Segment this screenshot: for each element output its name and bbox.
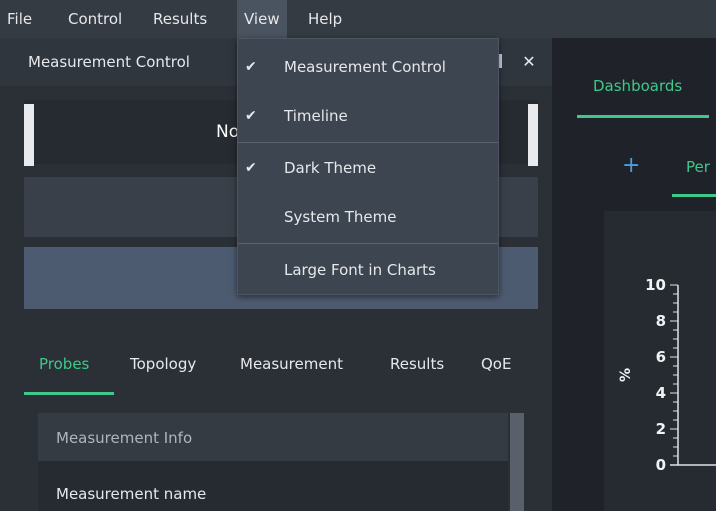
- y-tick-label: 0: [656, 456, 666, 474]
- menu-help[interactable]: Help: [301, 0, 349, 38]
- active-tab-underline: [24, 392, 114, 395]
- check-icon: ✔: [245, 160, 257, 176]
- tab-qoe[interactable]: QoE: [481, 355, 511, 373]
- menu-item-dark-theme[interactable]: ✔ Dark Theme: [238, 146, 498, 190]
- add-dashboard-icon[interactable]: +: [622, 153, 640, 178]
- y-tick-label: 2: [656, 420, 666, 438]
- menu-separator: [238, 142, 498, 143]
- menu-view[interactable]: View: [237, 0, 287, 38]
- performance-tab-underline: [672, 194, 716, 197]
- check-icon: ✔: [245, 59, 257, 75]
- scrollbar[interactable]: [510, 413, 524, 511]
- menu-separator: [238, 243, 498, 244]
- dashboards-tab-underline: [577, 115, 709, 118]
- chart: 0 2 4 6 8 10%: [618, 276, 716, 474]
- status-text: No: [216, 122, 240, 142]
- status-indicator-right: [528, 104, 538, 166]
- tab-topology[interactable]: Topology: [130, 355, 196, 373]
- menu-results[interactable]: Results: [146, 0, 214, 38]
- menu-item-label: System Theme: [284, 208, 397, 226]
- menu-item-system-theme[interactable]: System Theme: [238, 195, 498, 239]
- menu-control[interactable]: Control: [61, 0, 129, 38]
- y-axis-label: %: [618, 368, 634, 382]
- y-tick-label: 10: [645, 276, 666, 294]
- y-tick-label: 8: [656, 312, 666, 330]
- panel-title: Measurement Control: [28, 53, 190, 71]
- tab-results[interactable]: Results: [390, 355, 444, 373]
- check-icon: ✔: [245, 108, 257, 124]
- status-indicator-left: [24, 104, 34, 166]
- y-tick-label: 6: [656, 348, 666, 366]
- tab-measurement[interactable]: Measurement: [240, 355, 343, 373]
- view-menu-dropdown: ✔ Measurement Control ✔ Timeline ✔ Dark …: [237, 38, 499, 295]
- close-icon[interactable]: ✕: [517, 38, 541, 86]
- menu-item-label: Timeline: [284, 107, 348, 125]
- tab-probes[interactable]: Probes: [39, 355, 89, 373]
- menu-item-label: Large Font in Charts: [284, 261, 436, 279]
- menu-file[interactable]: File: [0, 0, 39, 38]
- tab-performance[interactable]: Per: [686, 158, 710, 176]
- menu-item-large-font[interactable]: Large Font in Charts: [238, 248, 498, 292]
- menu-item-timeline[interactable]: ✔ Timeline: [238, 94, 498, 138]
- y-tick-label: 4: [656, 384, 666, 402]
- menu-bar: File Control Results View Help: [0, 0, 716, 38]
- menu-item-measurement-control[interactable]: ✔ Measurement Control: [238, 45, 498, 89]
- measurement-name-label: Measurement name: [56, 485, 207, 503]
- menu-item-label: Measurement Control: [284, 58, 446, 76]
- measurement-info-title: Measurement Info: [56, 429, 193, 447]
- menu-item-label: Dark Theme: [284, 159, 377, 177]
- tab-dashboards[interactable]: Dashboards: [593, 77, 682, 95]
